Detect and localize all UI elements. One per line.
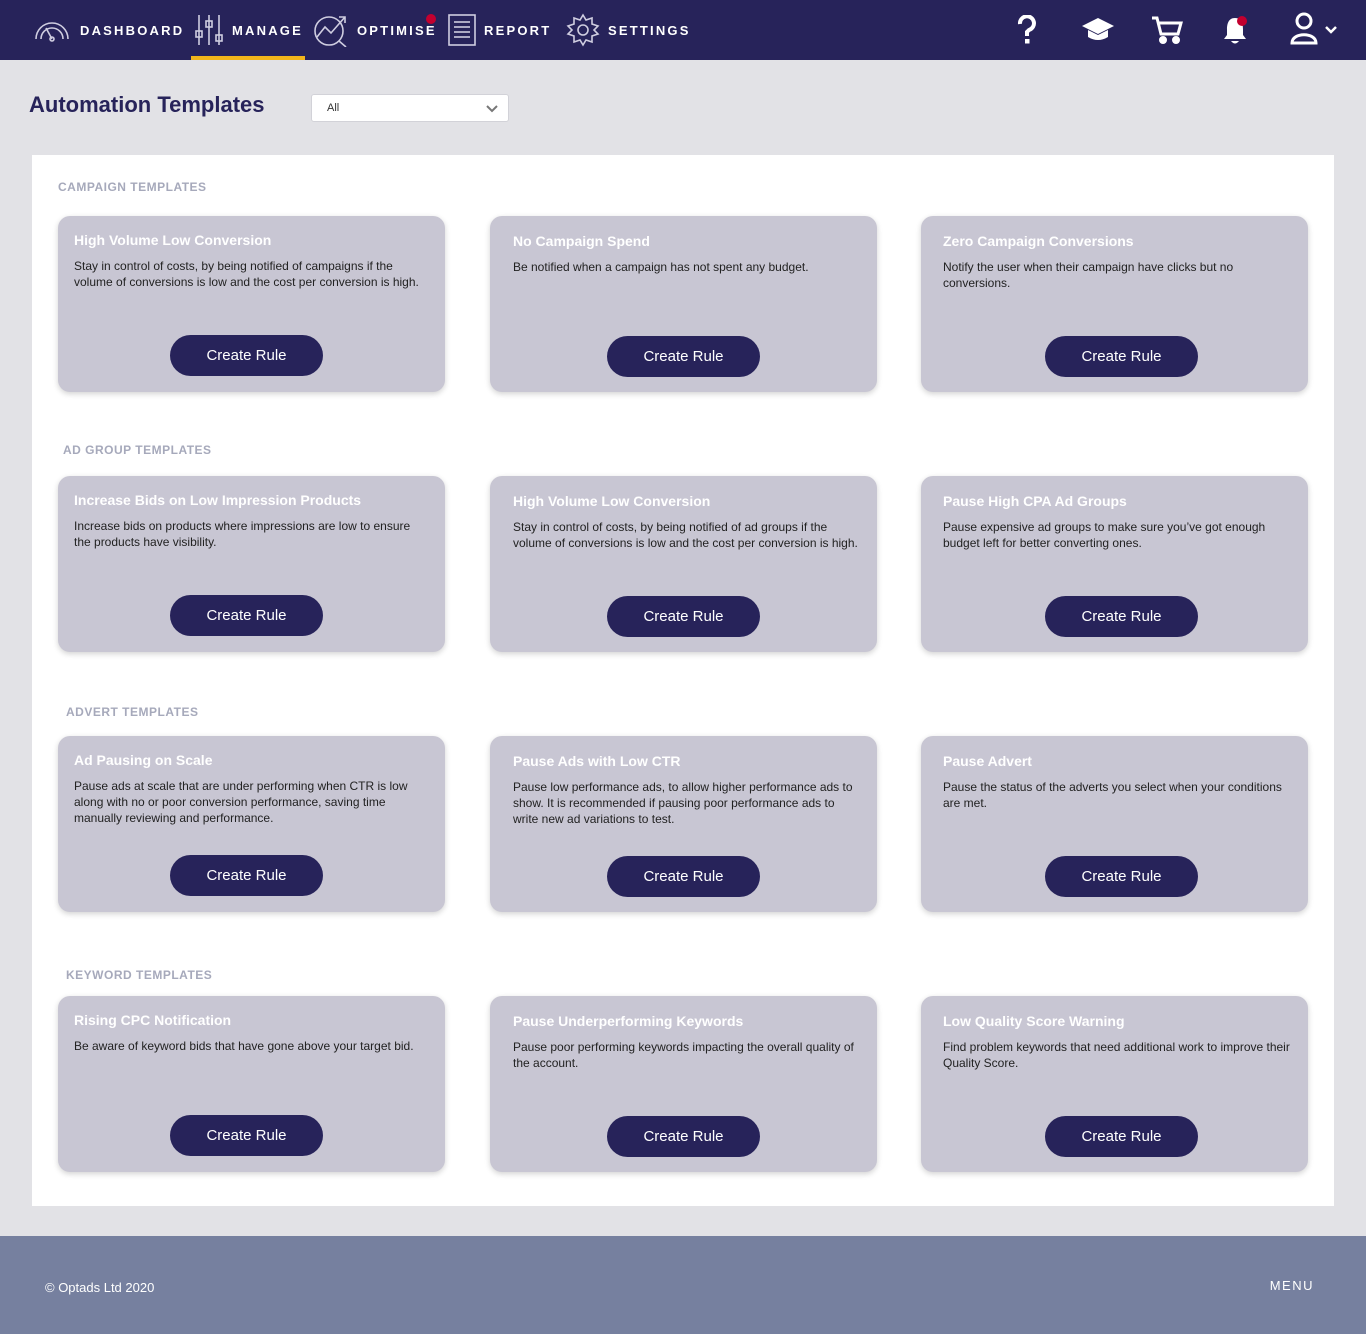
nav-manage-label: MANAGE [232, 22, 303, 38]
nav-report[interactable]: REPORT [448, 0, 551, 60]
nav-dashboard[interactable]: DASHBOARD [32, 0, 184, 60]
card-description: Pause the status of the adverts you sele… [943, 780, 1282, 810]
template-card: Ad Pausing on Scale Pause ads at scale t… [58, 736, 445, 912]
template-card: Zero Campaign Conversions Notify the use… [921, 216, 1308, 392]
template-card: High Volume Low Conversion Stay in contr… [490, 476, 877, 652]
card-title: Pause Advert [943, 753, 1032, 769]
footer-menu-link[interactable]: MENU [1270, 1278, 1314, 1293]
document-icon [448, 14, 476, 46]
create-rule-button[interactable]: Create Rule [170, 335, 323, 376]
card-title: No Campaign Spend [513, 233, 650, 249]
card-title: Ad Pausing on Scale [74, 752, 213, 768]
template-card: Pause Advert Pause the status of the adv… [921, 736, 1308, 912]
create-rule-button[interactable]: Create Rule [170, 855, 323, 896]
card-description: Pause ads at scale that are under perfor… [74, 779, 408, 825]
create-rule-button[interactable]: Create Rule [170, 595, 323, 636]
card-title: Low Quality Score Warning [943, 1013, 1125, 1029]
create-rule-button[interactable]: Create Rule [1045, 856, 1198, 897]
template-card: Rising CPC Notification Be aware of keyw… [58, 996, 445, 1172]
help-icon[interactable] [1012, 0, 1042, 60]
card-description: Be aware of keyword bids that have gone … [74, 1039, 414, 1053]
gauge-icon [32, 13, 72, 47]
card-title: Increase Bids on Low Impression Products [74, 492, 362, 508]
filter-selected-value: All [327, 102, 340, 114]
template-card: Increase Bids on Low Impression Products… [58, 476, 445, 652]
card-title: High Volume Low Conversion [513, 493, 711, 509]
user-menu[interactable] [1286, 0, 1340, 60]
section-title-advert: ADVERT TEMPLATES [66, 705, 199, 719]
nav-dashboard-label: DASHBOARD [80, 22, 185, 38]
card-title: Pause High CPA Ad Groups [943, 493, 1127, 509]
graduation-cap-icon[interactable] [1079, 0, 1117, 60]
section-title-ad-group: AD GROUP TEMPLATES [63, 443, 212, 457]
card-description: Be notified when a campaign has not spen… [513, 260, 809, 274]
card-title: Zero Campaign Conversions [943, 233, 1134, 249]
nav-settings[interactable]: SETTINGS [566, 0, 691, 60]
create-rule-button[interactable]: Create Rule [607, 856, 760, 897]
notification-dot [1237, 16, 1247, 26]
nav-optimise-label: OPTIMISE [357, 22, 437, 38]
cart-icon[interactable] [1149, 0, 1185, 60]
chevron-down-icon [1325, 21, 1337, 39]
create-rule-button[interactable]: Create Rule [1045, 336, 1198, 377]
sliders-icon [194, 13, 224, 47]
trend-chart-icon [313, 13, 349, 47]
gear-icon [566, 13, 600, 47]
section-title-keyword: KEYWORD TEMPLATES [66, 968, 213, 982]
user-icon [1289, 11, 1319, 50]
section-title-campaign: CAMPAIGN TEMPLATES [58, 180, 207, 194]
footer: © Optads Ltd 2020 MENU [0, 1236, 1366, 1334]
card-description: Find problem keywords that need addition… [943, 1040, 1290, 1070]
card-title: Pause Ads with Low CTR [513, 753, 681, 769]
nav-manage[interactable]: MANAGE [191, 0, 305, 60]
card-description: Pause low performance ads, to allow high… [513, 780, 853, 826]
create-rule-button[interactable]: Create Rule [1045, 596, 1198, 637]
create-rule-button[interactable]: Create Rule [607, 596, 760, 637]
card-description: Notify the user when their campaign have… [943, 260, 1234, 290]
create-rule-button[interactable]: Create Rule [170, 1115, 323, 1156]
card-description: Stay in control of costs, by being notif… [74, 259, 419, 289]
nav-report-label: REPORT [484, 22, 552, 38]
create-rule-button[interactable]: Create Rule [607, 336, 760, 377]
card-description: Pause expensive ad groups to make sure y… [943, 520, 1266, 550]
template-card: No Campaign Spend Be notified when a cam… [490, 216, 877, 392]
card-description: Increase bids on products where impressi… [74, 519, 411, 549]
template-card: High Volume Low Conversion Stay in contr… [58, 216, 445, 392]
create-rule-button[interactable]: Create Rule [607, 1116, 760, 1157]
card-description: Pause poor performing keywords impacting… [513, 1040, 854, 1070]
nav-settings-label: SETTINGS [608, 22, 691, 38]
bell-icon[interactable] [1220, 0, 1250, 60]
create-rule-button[interactable]: Create Rule [1045, 1116, 1198, 1157]
template-card: Pause High CPA Ad Groups Pause expensive… [921, 476, 1308, 652]
copyright-text: © Optads Ltd 2020 [45, 1280, 155, 1295]
templates-panel: CAMPAIGN TEMPLATES High Volume Low Conve… [32, 155, 1334, 1206]
template-filter-select[interactable]: All [311, 94, 509, 122]
card-title: High Volume Low Conversion [74, 232, 272, 248]
notification-dot [426, 14, 436, 24]
template-card: Low Quality Score Warning Find problem k… [921, 996, 1308, 1172]
template-card: Pause Ads with Low CTR Pause low perform… [490, 736, 877, 912]
chevron-down-icon [485, 102, 499, 119]
page-title: Automation Templates [29, 92, 265, 117]
top-nav: DASHBOARD MANAGE OPTIMISE REPORT SETTING… [0, 0, 1366, 60]
card-description: Stay in control of costs, by being notif… [513, 520, 858, 550]
template-card: Pause Underperforming Keywords Pause poo… [490, 996, 877, 1172]
nav-optimise[interactable]: OPTIMISE [313, 0, 437, 60]
card-title: Rising CPC Notification [74, 1012, 232, 1028]
card-title: Pause Underperforming Keywords [513, 1013, 744, 1029]
